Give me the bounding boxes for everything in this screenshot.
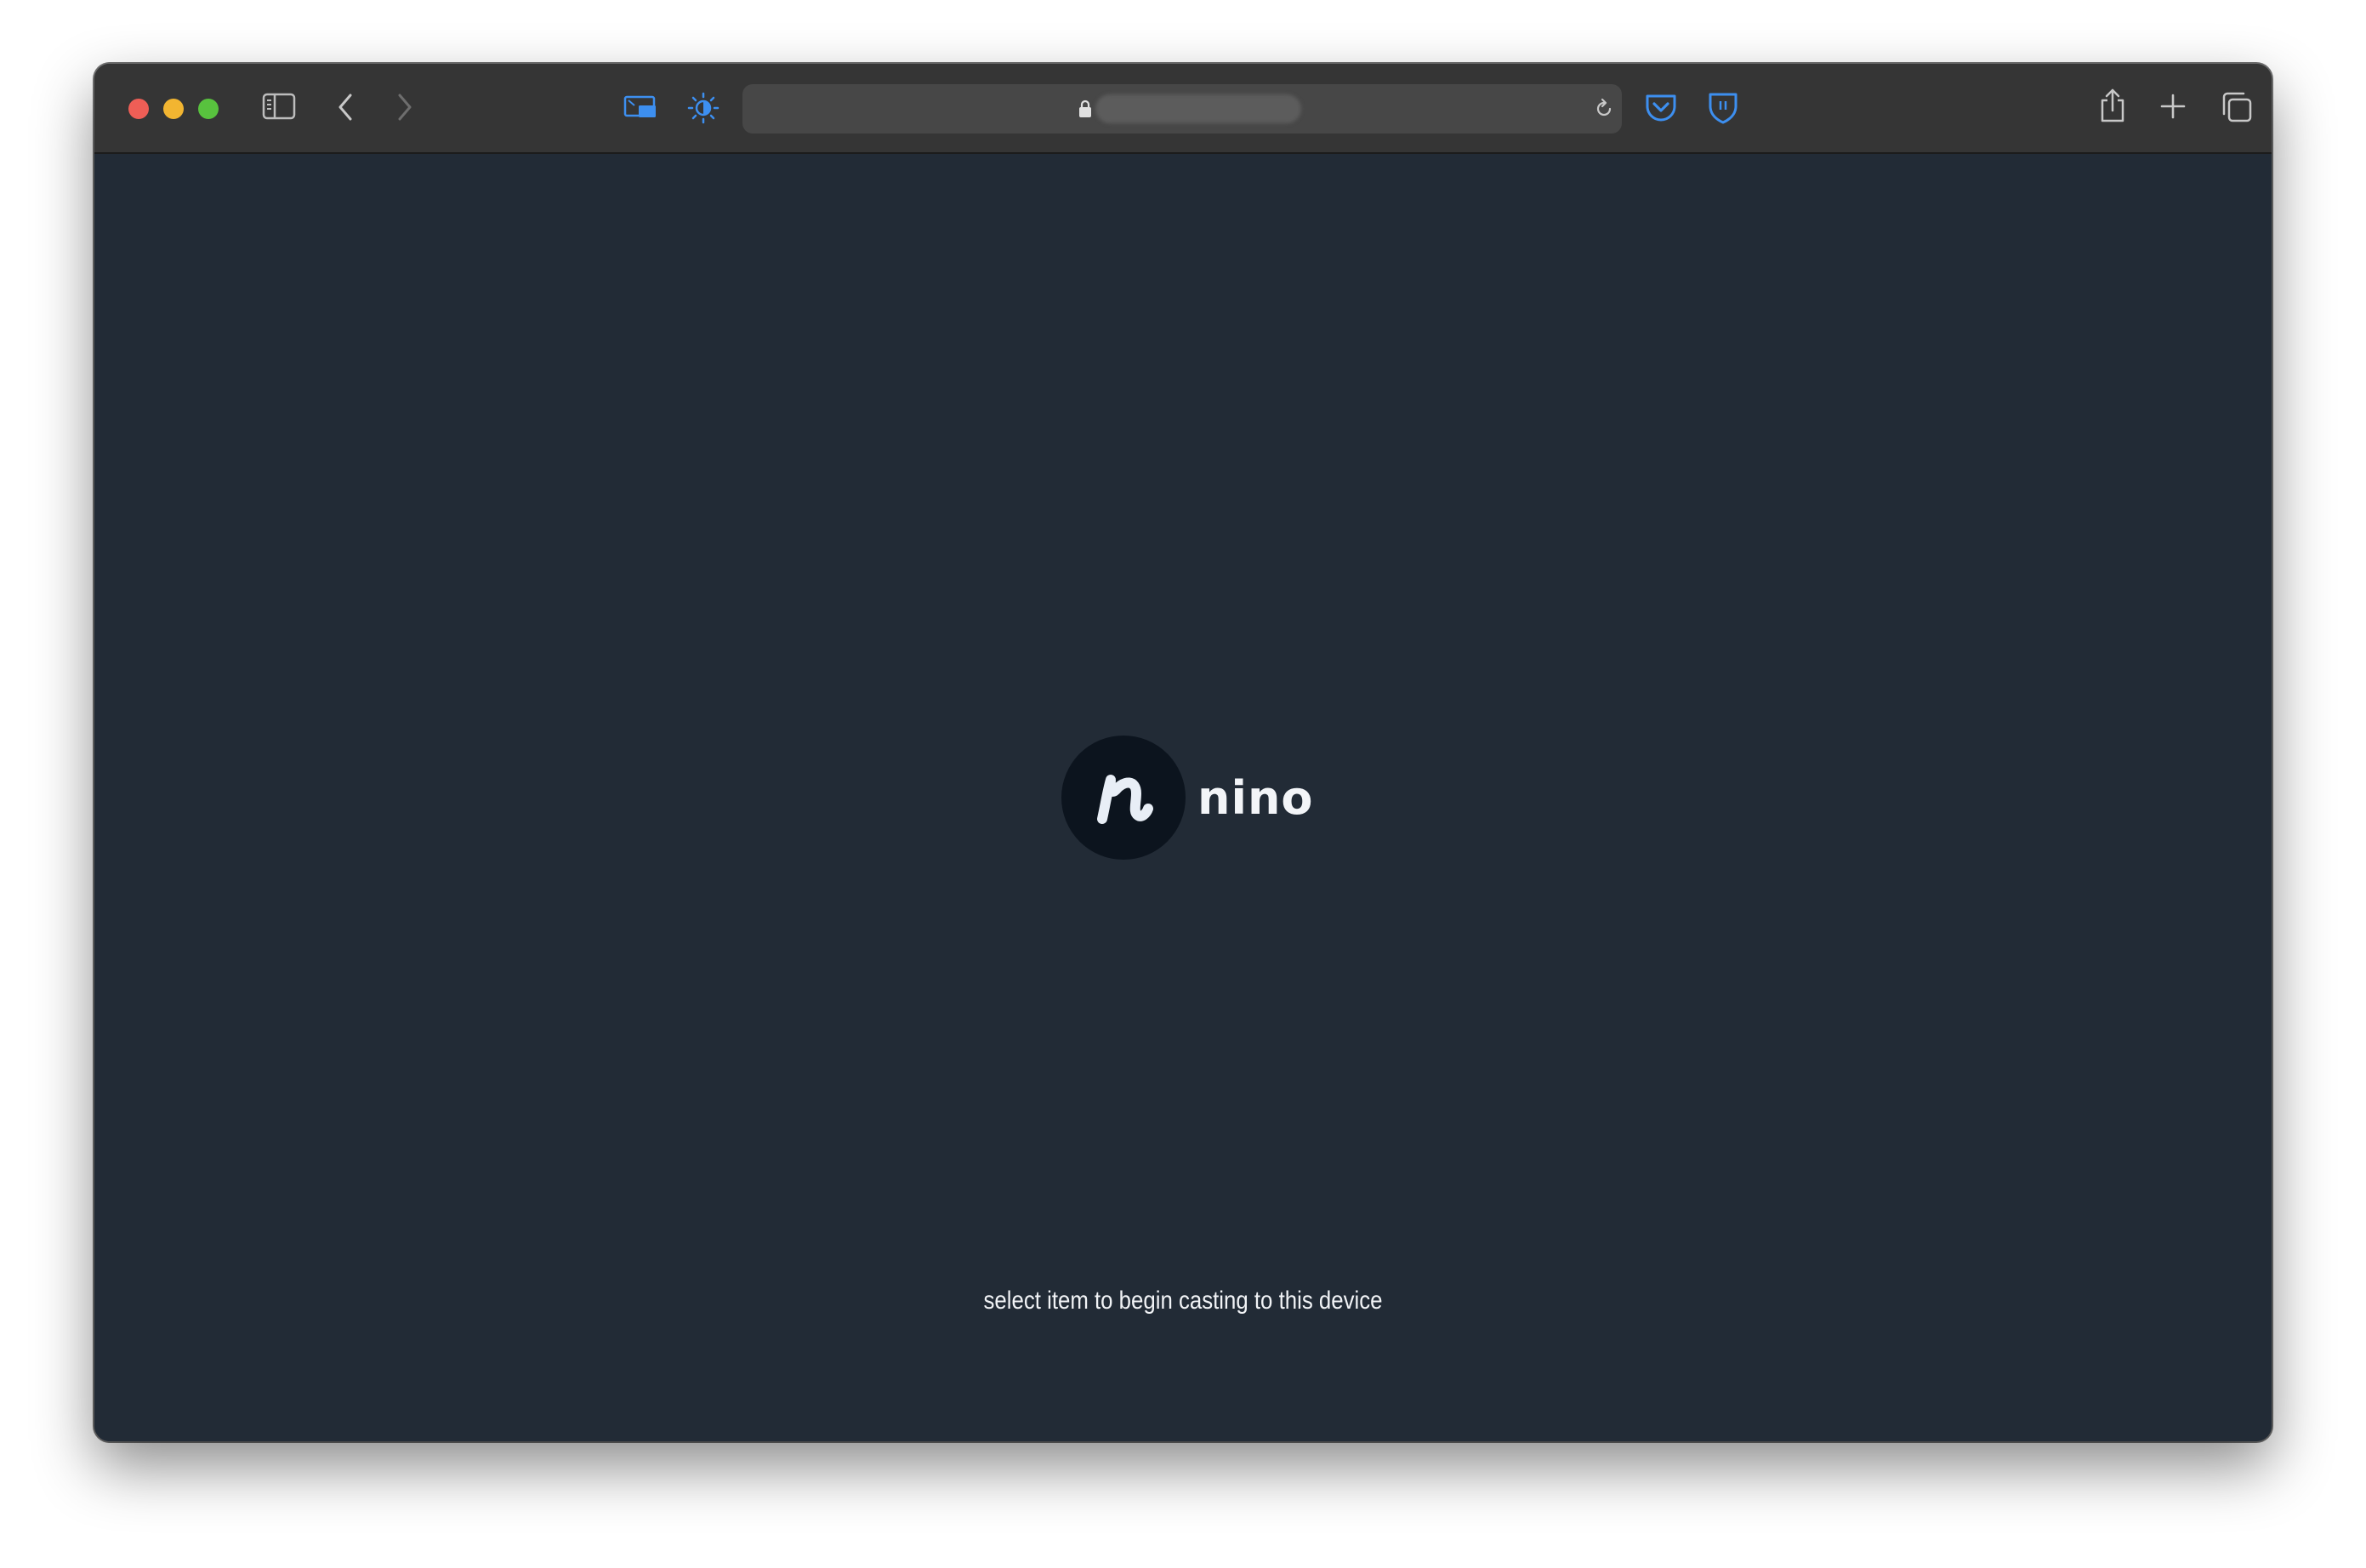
close-window-button[interactable] xyxy=(128,99,149,119)
casting-instructions: select item to begin casting to this dev… xyxy=(983,1287,1383,1315)
logo-name: nino xyxy=(1197,770,1314,825)
reload-icon[interactable] xyxy=(1593,98,1615,124)
back-icon[interactable] xyxy=(337,93,354,122)
lock-icon xyxy=(1078,99,1092,122)
brightness-icon[interactable] xyxy=(687,92,719,124)
new-tab-icon[interactable] xyxy=(2159,93,2187,120)
share-icon[interactable] xyxy=(2098,88,2127,123)
forward-icon[interactable] xyxy=(396,93,413,122)
nino-logo-mark: n xyxy=(1061,736,1186,860)
nino-logo: n nino xyxy=(1061,736,1314,860)
bitwarden-shield-icon[interactable] xyxy=(1707,91,1739,125)
sidebar-icon[interactable] xyxy=(262,93,296,120)
nino-n-glyph: n xyxy=(1097,775,1153,824)
page-content: n nino select item to begin casting to t… xyxy=(94,154,2272,1441)
redacted-url xyxy=(1095,94,1301,123)
pocket-icon[interactable] xyxy=(1644,93,1678,123)
browser-toolbar xyxy=(94,64,2272,154)
minimize-window-button[interactable] xyxy=(163,99,184,119)
picture-in-picture-icon[interactable] xyxy=(623,94,657,120)
maximize-window-button[interactable] xyxy=(198,99,219,119)
address-bar[interactable] xyxy=(742,84,1622,134)
browser-window: n nino select item to begin casting to t… xyxy=(94,64,2272,1441)
tab-overview-icon[interactable] xyxy=(2221,91,2253,123)
